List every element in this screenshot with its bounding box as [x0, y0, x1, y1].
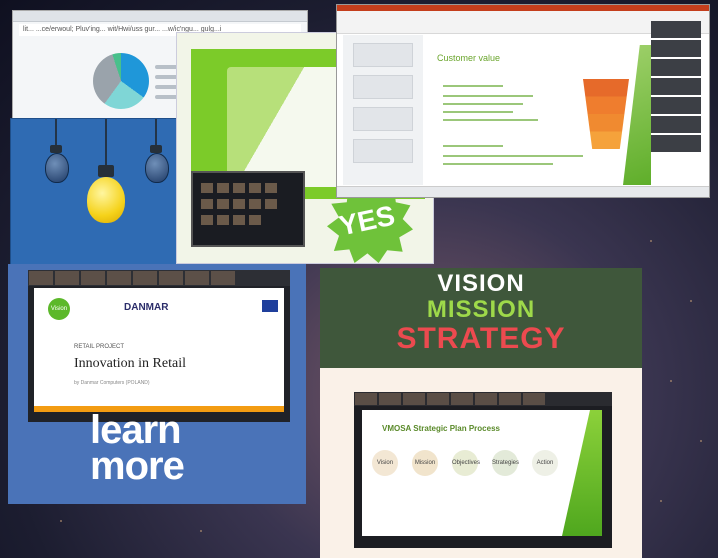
mission-heading: MISSION: [426, 296, 536, 323]
bulb-cap: [98, 165, 114, 177]
participants-video-column: [651, 21, 701, 154]
danmar-logo: DANMAR: [124, 302, 169, 313]
cord: [55, 119, 57, 145]
more-word: more: [90, 444, 185, 488]
text-line: [443, 145, 503, 147]
learn-more-banner: learn more: [90, 408, 185, 488]
slide-subline: by Danmar Computers (POLAND): [74, 380, 150, 386]
text-line: [443, 163, 553, 165]
cord: [105, 119, 107, 165]
vision-logo: Vision: [48, 298, 70, 320]
video-call-screen: Vision DANMAR RETAIL PROJECT Innovation …: [28, 270, 290, 422]
value-pyramid-graphic: [583, 79, 629, 149]
vision-heading: VISION: [437, 270, 525, 297]
slide-thumbnails-pane: [343, 35, 423, 185]
step-strategies: Strategies: [492, 450, 519, 476]
step-action: Action: [532, 450, 558, 476]
step-objectives: Objectives: [452, 450, 480, 476]
taskbar: [337, 186, 709, 197]
participant-thumbnails: [354, 392, 612, 406]
vmosa-slide: VMOSA Strategic Plan Process Vision Miss…: [362, 410, 602, 536]
customer-value-tile: Customer value: [336, 4, 710, 198]
slide-title: Innovation in Retail: [74, 356, 186, 371]
text-line: [443, 95, 533, 97]
participant-thumbnails: [28, 270, 290, 286]
learn-word: learn: [90, 408, 182, 452]
text-line: [443, 119, 538, 121]
bulb-cap: [50, 145, 62, 153]
step-vision: Vision: [372, 450, 398, 476]
bulb-cap: [150, 145, 162, 153]
browser-tab-bar: [13, 11, 307, 22]
cord: [155, 119, 157, 145]
video-call-grid: [191, 171, 305, 247]
slide-kicker: RETAIL PROJECT: [74, 344, 125, 350]
vmosa-tile: VISION MISSION STRATEGY VMOSA Strategic …: [320, 268, 642, 558]
vmosa-slide-title: VMOSA Strategic Plan Process: [382, 424, 500, 433]
eu-flag-icon: [262, 300, 278, 312]
text-line: [443, 111, 513, 113]
innovation-slide: Vision DANMAR RETAIL PROJECT Innovation …: [34, 288, 284, 412]
lit-bulb-icon: [87, 177, 125, 223]
strategy-heading: STRATEGY: [396, 322, 566, 355]
customer-value-title: Customer value: [437, 53, 501, 63]
unlit-bulb-icon: [45, 153, 69, 183]
customer-value-slide: Customer value: [433, 39, 647, 185]
text-line: [443, 103, 523, 105]
pie-chart-graphic: [93, 53, 149, 109]
video-call-screen: VMOSA Strategic Plan Process Vision Miss…: [354, 392, 612, 548]
unlit-bulb-icon: [145, 153, 169, 183]
innovation-retail-tile: Vision DANMAR RETAIL PROJECT Innovation …: [8, 264, 306, 504]
slide-green-band: [562, 410, 602, 536]
text-line: [443, 85, 503, 87]
light-bulbs-tile: [10, 118, 178, 266]
vmosa-header: VISION MISSION STRATEGY: [320, 268, 642, 368]
text-line: [443, 155, 583, 157]
step-mission: Mission: [412, 450, 438, 476]
